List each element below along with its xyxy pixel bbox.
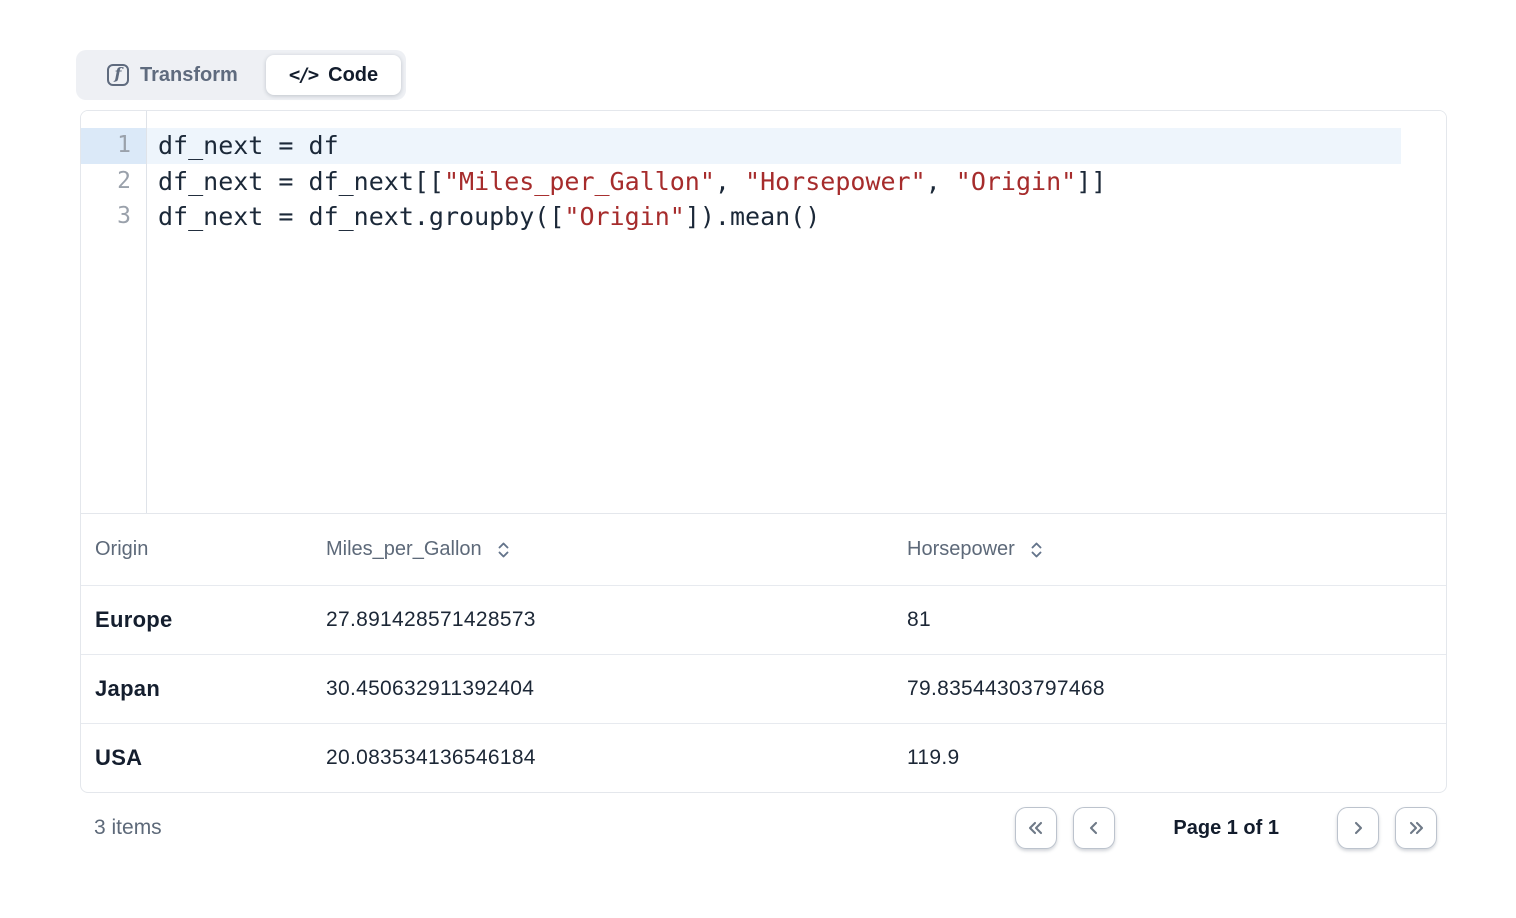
cell-miles-per-gallon: 30.450632911392404	[326, 655, 907, 724]
table-row: Japan30.45063291139240479.83544303797468	[81, 655, 1446, 724]
table-footer: 3 items Page 1 of 1	[80, 790, 1447, 866]
cell-horsepower: 81	[907, 586, 1446, 655]
code-token: ,	[715, 167, 745, 196]
column-header-label: Miles_per_Gallon	[326, 538, 482, 561]
view-switcher: f Transform </> Code	[76, 50, 406, 100]
sort-icon[interactable]	[496, 540, 511, 560]
sort-icon[interactable]	[1029, 540, 1044, 560]
previous-page-button[interactable]	[1073, 807, 1115, 849]
table-header-row: Origin Miles_per_Gallon Horsepower	[81, 514, 1446, 586]
cell-origin: USA	[81, 724, 326, 793]
chevron-right-icon	[1348, 818, 1368, 838]
tab-code[interactable]: </> Code	[266, 55, 401, 95]
code-token-string: "Horsepower"	[745, 167, 926, 196]
column-header-label: Horsepower	[907, 538, 1015, 561]
cell-horsepower: 79.83544303797468	[907, 655, 1446, 724]
column-header-horsepower[interactable]: Horsepower	[907, 514, 1446, 586]
cell-miles-per-gallon: 27.891428571428573	[326, 586, 907, 655]
code-icon: </>	[289, 64, 317, 86]
code-token: df_next = df	[158, 131, 339, 160]
line-number: 1	[81, 128, 146, 164]
code-line[interactable]: df_next = df	[147, 128, 1401, 164]
code-and-results-panel: 123 df_next = df df_next = df_next[["Mile…	[80, 110, 1447, 793]
pagination: Page 1 of 1	[1015, 807, 1437, 849]
code-gutter: 123	[81, 111, 147, 513]
page-indicator: Page 1 of 1	[1173, 817, 1279, 840]
last-page-button[interactable]	[1395, 807, 1437, 849]
chevron-left-icon	[1084, 818, 1104, 838]
table-body: Europe27.89142857142857381Japan30.450632…	[81, 586, 1446, 793]
column-header-miles_per_gallon[interactable]: Miles_per_Gallon	[326, 514, 907, 586]
table-row: Europe27.89142857142857381	[81, 586, 1446, 655]
cell-miles-per-gallon: 20.083534136546184	[326, 724, 907, 793]
code-token-string: "Miles_per_Gallon"	[444, 167, 715, 196]
tab-transform-label: Transform	[140, 64, 238, 87]
code-editor[interactable]: 123 df_next = df df_next = df_next[["Mile…	[81, 111, 1446, 513]
code-token: ,	[926, 167, 956, 196]
next-page-button[interactable]	[1337, 807, 1379, 849]
double-chevron-left-icon	[1025, 818, 1047, 838]
line-number: 3	[81, 199, 146, 235]
code-line[interactable]: df_next = df_next[["Miles_per_Gallon", "…	[147, 164, 1401, 200]
items-count: 3 items	[94, 816, 162, 840]
tab-transform[interactable]: f Transform	[81, 55, 264, 95]
code-token-string: "Origin"	[956, 167, 1076, 196]
code-line[interactable]: df_next = df_next.groupby(["Origin"]).me…	[147, 199, 1401, 235]
double-chevron-right-icon	[1405, 818, 1427, 838]
first-page-button[interactable]	[1015, 807, 1057, 849]
code-token-string: "Origin"	[564, 202, 684, 231]
cell-origin: Japan	[81, 655, 326, 724]
column-header-label: Origin	[95, 538, 148, 561]
cell-origin: Europe	[81, 586, 326, 655]
code-lines[interactable]: df_next = df df_next = df_next[["Miles_pe…	[147, 111, 1446, 513]
code-token: df_next = df_next[[	[158, 167, 444, 196]
results-table: Origin Miles_per_Gallon Horsepower Europe2…	[81, 513, 1446, 792]
code-token: ]]	[1076, 167, 1106, 196]
line-number: 2	[81, 164, 146, 200]
tab-code-label: Code	[328, 64, 378, 87]
code-token: ]).mean()	[685, 202, 820, 231]
code-token: df_next = df_next.groupby([	[158, 202, 564, 231]
column-header-origin: Origin	[81, 514, 326, 586]
cell-horsepower: 119.9	[907, 724, 1446, 793]
function-icon: f	[107, 64, 129, 86]
table-row: USA20.083534136546184119.9	[81, 724, 1446, 793]
